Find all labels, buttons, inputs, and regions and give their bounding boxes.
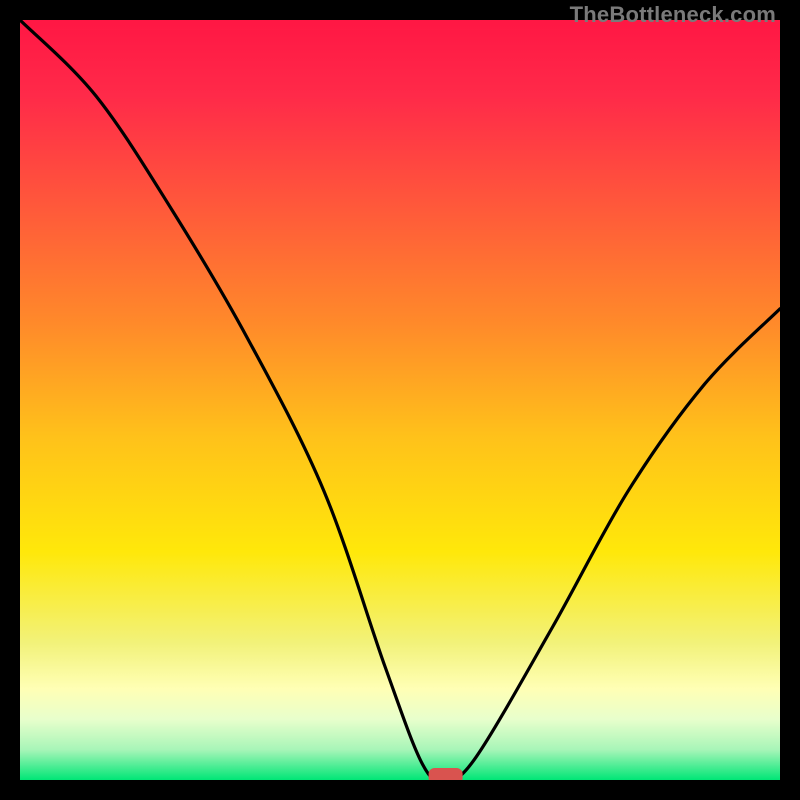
- bottleneck-chart: [20, 20, 780, 780]
- chart-frame: [20, 20, 780, 780]
- optimal-marker: [429, 768, 463, 780]
- attribution-label: TheBottleneck.com: [570, 2, 776, 28]
- gradient-background: [20, 20, 780, 780]
